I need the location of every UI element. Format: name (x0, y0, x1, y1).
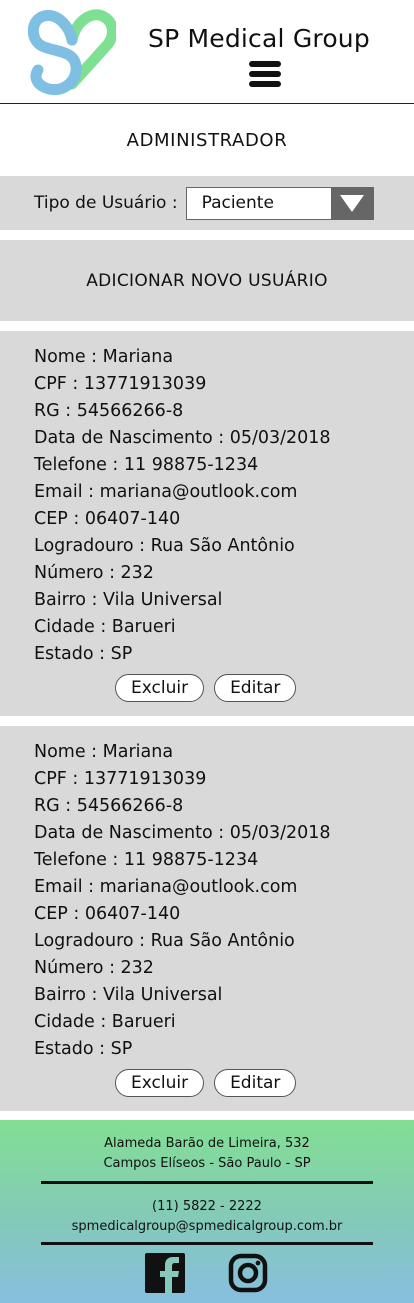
user-number: Número : 232 (34, 563, 154, 583)
user-city: Cidade : Barueri (34, 1012, 176, 1032)
footer-address-line2: Campos Elíseos - São Paulo - SP (103, 1156, 311, 1171)
add-new-user-button[interactable]: ADICIONAR NOVO USUÁRIO (0, 240, 414, 321)
user-name: Nome : Mariana (34, 742, 174, 762)
facebook-icon[interactable] (145, 1253, 185, 1293)
user-rg: RG : 54566266-8 (34, 401, 184, 421)
footer-email[interactable]: spmedicalgroup@spmedicalgroup.com.br (0, 1217, 414, 1237)
delete-button[interactable]: Excluir (115, 674, 205, 702)
footer: Alameda Barão de Limeira, 532 Campos Elí… (0, 1120, 414, 1303)
user-type-selected-value: Paciente (201, 193, 274, 213)
user-number: Número : 232 (34, 958, 154, 978)
user-card: Nome : Mariana CPF : 13771913039 RG : 54… (0, 331, 414, 716)
user-rg: RG : 54566266-8 (34, 796, 184, 816)
user-state: Estado : SP (34, 1039, 133, 1059)
logo-icon[interactable] (28, 6, 116, 98)
user-phone: Telefone : 11 98875-1234 (34, 455, 259, 475)
delete-button[interactable]: Excluir (115, 1069, 205, 1097)
user-name: Nome : Mariana (34, 347, 174, 367)
user-cpf: CPF : 13771913039 (34, 769, 207, 789)
user-street: Logradouro : Rua São Antônio (34, 931, 295, 951)
user-cpf: CPF : 13771913039 (34, 374, 207, 394)
edit-button[interactable]: Editar (214, 674, 297, 702)
header: SP Medical Group (0, 0, 414, 104)
footer-phone: (11) 5822 - 2222 (152, 1199, 262, 1214)
user-cep: CEP : 06407-140 (34, 904, 181, 924)
user-email: Email : mariana@outlook.com (34, 482, 298, 502)
instagram-icon[interactable] (228, 1253, 268, 1293)
footer-divider (41, 1181, 373, 1184)
user-state: Estado : SP (34, 644, 133, 664)
user-type-label: Tipo de Usuário : (34, 193, 178, 213)
user-city: Cidade : Barueri (34, 617, 176, 637)
footer-divider (41, 1242, 373, 1245)
user-card: Nome : Mariana CPF : 13771913039 RG : 54… (0, 726, 414, 1111)
footer-address-line1: Alameda Barão de Limeira, 532 (104, 1136, 310, 1151)
user-email: Email : mariana@outlook.com (34, 877, 298, 897)
user-neighborhood: Bairro : Vila Universal (34, 590, 223, 610)
hamburger-menu-icon[interactable] (249, 61, 281, 91)
footer-address: Alameda Barão de Limeira, 532 Campos Elí… (0, 1134, 414, 1174)
user-birthdate: Data de Nascimento : 05/03/2018 (34, 823, 331, 843)
user-neighborhood: Bairro : Vila Universal (34, 985, 223, 1005)
user-street: Logradouro : Rua São Antônio (34, 536, 295, 556)
page-title: ADMINISTRADOR (126, 129, 288, 151)
edit-button[interactable]: Editar (214, 1069, 297, 1097)
user-birthdate: Data de Nascimento : 05/03/2018 (34, 428, 331, 448)
user-type-filter: Tipo de Usuário : Paciente (0, 176, 414, 230)
user-phone: Telefone : 11 98875-1234 (34, 850, 259, 870)
footer-contact: (11) 5822 - 2222 spmedicalgroup@spmedica… (0, 1197, 414, 1237)
dropdown-arrow-icon[interactable] (330, 187, 373, 219)
user-type-select[interactable]: Paciente (185, 186, 374, 220)
brand-name: SP Medical Group (148, 24, 370, 53)
user-cep: CEP : 06407-140 (34, 509, 181, 529)
